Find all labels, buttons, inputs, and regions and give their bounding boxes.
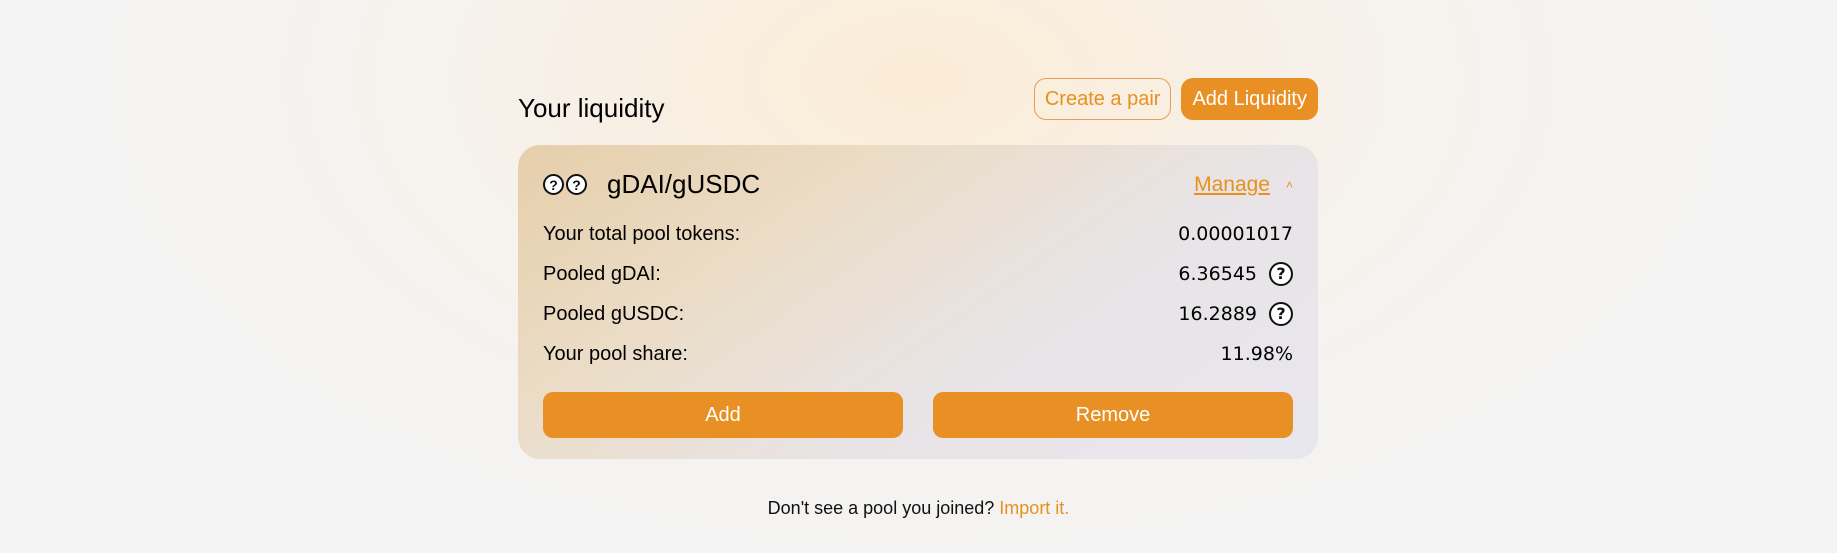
pool-row-pooled-gusdc: Pooled gUSDC: 16.2889 ? (543, 294, 1293, 334)
pool-card-header: ? ? gDAI/gUSDC Manage ˄ (543, 169, 1293, 200)
pair-name: gDAI/gUSDC (607, 169, 761, 199)
liquidity-panel: Your liquidity Create a pair Add Liquidi… (518, 60, 1318, 459)
row-value: 6.36545 (1178, 263, 1257, 285)
pool-row-pooled-gdai: Pooled gDAI: 6.36545 ? (543, 254, 1293, 294)
row-label: Pooled gDAI: (543, 262, 661, 285)
gdai-question-icon: ? (1269, 262, 1293, 286)
add-button[interactable]: Add (543, 392, 903, 438)
row-value: 11.98% (1220, 343, 1293, 365)
chevron-up-icon[interactable]: ˄ (1286, 178, 1293, 192)
row-value: 0.00001017 (1178, 223, 1293, 245)
row-label: Your pool share: (543, 342, 688, 365)
row-value-wrap: 16.2889 ? (1178, 302, 1293, 326)
import-pool-hint: Don't see a pool you joined? Import it. (0, 498, 1837, 519)
row-value-wrap: 0.00001017 (1178, 223, 1293, 245)
pool-actions: Add Remove (543, 392, 1293, 438)
row-value: 16.2889 (1178, 303, 1257, 325)
token-a-question-icon: ? (543, 174, 564, 195)
add-liquidity-button[interactable]: Add Liquidity (1181, 78, 1318, 120)
remove-button[interactable]: Remove (933, 392, 1293, 438)
header-actions: Create a pair Add Liquidity (1033, 78, 1318, 120)
import-link[interactable]: Import it. (999, 498, 1069, 518)
pool-row-total-tokens: Your total pool tokens: 0.00001017 (543, 214, 1293, 254)
row-label: Your total pool tokens: (543, 222, 741, 245)
token-b-question-icon: ? (566, 174, 587, 195)
row-value-wrap: 6.36545 ? (1178, 262, 1293, 286)
manage-toggle[interactable]: Manage ˄ (1194, 173, 1293, 197)
row-value-wrap: 11.98% (1221, 343, 1293, 365)
liquidity-header: Your liquidity Create a pair Add Liquidi… (518, 60, 1318, 140)
create-pair-button[interactable]: Create a pair (1033, 78, 1172, 120)
page-title: Your liquidity (518, 92, 665, 123)
import-hint-text: Don't see a pool you joined? (767, 498, 995, 518)
row-label: Pooled gUSDC: (543, 302, 685, 325)
token-icons: ? ? (543, 174, 587, 195)
pair-info: ? ? gDAI/gUSDC (543, 169, 760, 200)
manage-label[interactable]: Manage (1194, 173, 1270, 197)
gusdc-question-icon: ? (1269, 302, 1293, 326)
pool-row-pool-share: Your pool share: 11.98% (543, 334, 1293, 374)
pool-details: Your total pool tokens: 0.00001017 Poole… (543, 214, 1293, 374)
pool-card: ? ? gDAI/gUSDC Manage ˄ Your total pool … (518, 145, 1318, 459)
